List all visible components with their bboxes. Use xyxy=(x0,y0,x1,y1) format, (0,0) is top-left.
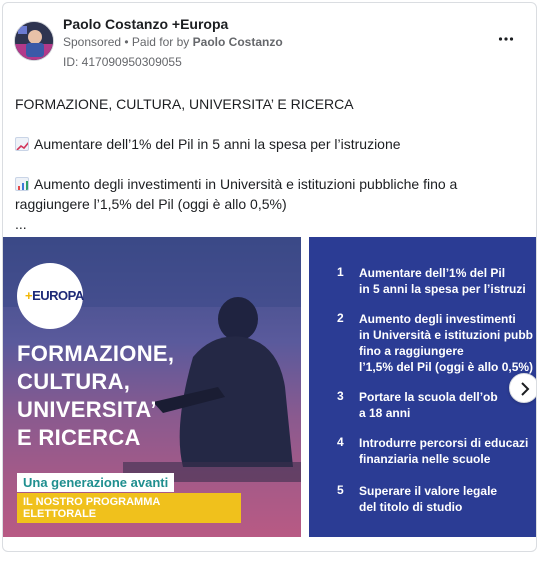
headline-line-3: UNIVERSITA’ xyxy=(17,397,157,422)
page-name[interactable]: Paolo Costanzo +Europa xyxy=(63,16,228,32)
chevron-right-icon xyxy=(521,382,530,396)
list-number: 4 xyxy=(337,435,344,449)
sponsored-line: Sponsored • Paid for by Paolo Costanzo xyxy=(63,35,283,49)
avatar-photo-icon xyxy=(15,22,53,60)
ad-id: ID: 417090950309055 xyxy=(63,55,182,69)
paid-for-label: Paid for by xyxy=(131,35,190,49)
list-number: 1 xyxy=(337,265,344,279)
carousel-slide-1[interactable]: +EUROPA FORMAZIONE, CULTURA, UNIVERSITA’… xyxy=(3,237,301,537)
headline-line-2: CULTURA, xyxy=(17,369,131,394)
chart-increasing-icon xyxy=(15,137,29,151)
list-number: 3 xyxy=(337,389,344,403)
separator: • xyxy=(121,35,132,49)
tagline: Una generazione avanti xyxy=(17,473,175,492)
paid-for-name[interactable]: Paolo Costanzo xyxy=(193,35,283,49)
list-text: Introdurre percorsi di educazi finanziar… xyxy=(359,436,529,466)
sponsored-label: Sponsored xyxy=(63,35,122,49)
headline-line-1: FORMAZIONE, xyxy=(17,341,175,366)
headline-line-4: E RICERCA xyxy=(17,425,141,450)
post-line-1: FORMAZIONE, CULTURA, UNIVERSITA’ E RICER… xyxy=(15,96,354,112)
more-options-button[interactable] xyxy=(494,31,518,47)
post-line-3: Aumento degli investimenti in Università… xyxy=(15,174,525,194)
more-horizontal-icon xyxy=(498,37,514,41)
carousel-next-button[interactable] xyxy=(509,373,536,403)
ad-card: Paolo Costanzo +Europa Sponsored • Paid … xyxy=(2,2,537,552)
post-text: FORMAZIONE, CULTURA, UNIVERSITA’ E RICER… xyxy=(15,94,525,234)
post-line-3-text: Aumento degli investimenti in Università… xyxy=(34,176,458,192)
list-number: 5 xyxy=(337,483,344,497)
list-text: Aumentare dell’1% del Pil in 5 anni la s… xyxy=(359,266,526,296)
program-label: IL NOSTRO PROGRAMMA ELETTORALE xyxy=(17,493,241,523)
carousel-slide-2[interactable]: 1 Aumentare dell’1% del Pil in 5 anni la… xyxy=(309,237,536,537)
bar-chart-icon xyxy=(15,177,29,191)
ad-header: Paolo Costanzo +Europa Sponsored • Paid … xyxy=(3,3,536,83)
europa-logo-text: +EUROPA xyxy=(25,288,84,303)
list-number: 2 xyxy=(337,311,344,325)
post-line-2-text: Aumentare dell’1% del Pil in 5 anni la s… xyxy=(34,136,401,152)
post-line-3b: raggiungere l’1,5% del Pil (oggi è allo … xyxy=(15,196,287,212)
list-text: Superare il valore legale del titolo di … xyxy=(359,484,498,514)
slide-headline: FORMAZIONE, CULTURA, UNIVERSITA’ E RICER… xyxy=(17,340,217,452)
post-ellipsis[interactable]: ... xyxy=(15,214,525,234)
image-carousel[interactable]: +EUROPA FORMAZIONE, CULTURA, UNIVERSITA’… xyxy=(3,237,536,537)
list-text: Aumento degli investimenti in Università… xyxy=(359,312,534,374)
post-line-2: Aumentare dell’1% del Pil in 5 anni la s… xyxy=(15,134,525,154)
avatar[interactable] xyxy=(14,21,54,61)
